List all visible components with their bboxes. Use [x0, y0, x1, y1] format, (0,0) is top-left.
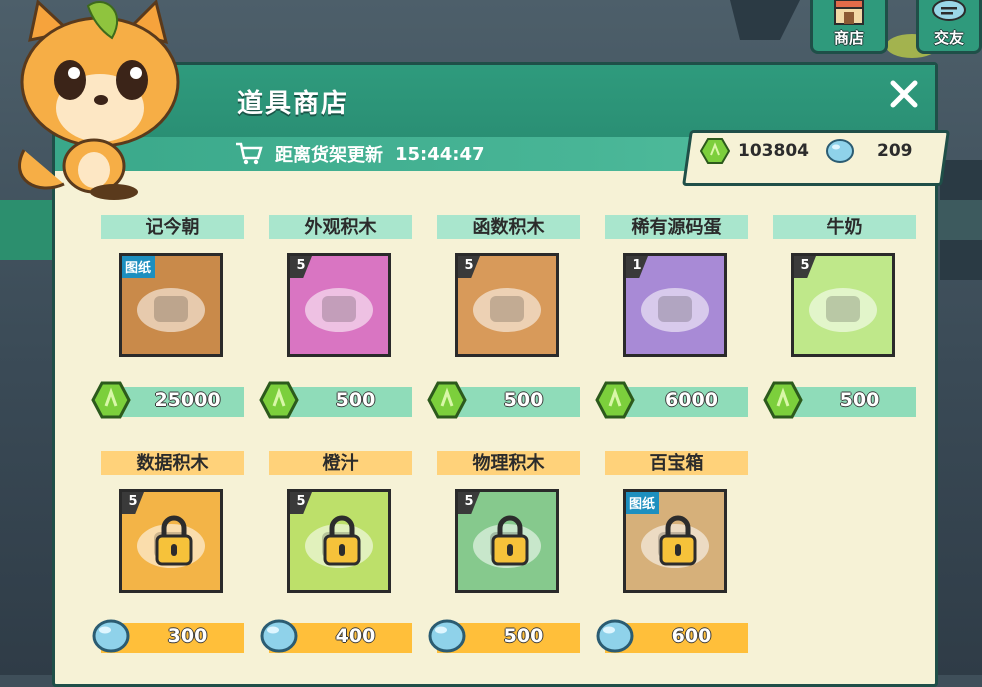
lock-icon	[155, 515, 193, 566]
blue-orb-icon	[428, 619, 466, 653]
cart-icon	[236, 142, 263, 165]
item-price: 400	[335, 625, 376, 647]
item-price: 6000	[665, 389, 718, 411]
lock-icon	[659, 515, 697, 566]
green-gem-icon	[763, 381, 803, 419]
green-gem-icon	[91, 381, 131, 419]
item-name: 橙汁	[322, 453, 359, 474]
shop-item-card[interactable]: 函数积木 5 500	[427, 215, 580, 420]
item-price: 600	[671, 625, 712, 647]
blueprint-badge: 图纸	[626, 492, 660, 514]
item-price: 500	[503, 625, 544, 647]
item-name: 百宝箱	[649, 453, 704, 474]
chat-icon	[932, 0, 966, 21]
blueprint-badge: 图纸	[122, 256, 156, 278]
green-gem-icon	[427, 381, 467, 419]
item-price: 25000	[154, 389, 221, 411]
item-name: 物理积木	[472, 453, 545, 474]
blue-orb-icon	[596, 619, 634, 653]
refresh-timer: 距离货架更新 15:44:47	[235, 141, 485, 167]
shop-item-card[interactable]: 记今朝 图纸 25000	[91, 215, 244, 420]
item-name: 数据积木	[136, 453, 209, 474]
item-name: 牛奶	[826, 217, 863, 238]
green-gem-icon	[259, 381, 299, 419]
item-name: 记今朝	[145, 217, 200, 238]
shop-item-card[interactable]: 牛奶 5 500	[763, 215, 916, 420]
item-name: 函数积木	[472, 217, 545, 238]
item-price: 500	[335, 389, 376, 411]
shop-item-card[interactable]: 物理积木 5 500	[428, 451, 580, 656]
blue-orb-icon	[92, 619, 130, 653]
page-title: 道具商店	[237, 89, 350, 119]
shop-item-card[interactable]: 百宝箱 图纸 600	[596, 451, 748, 656]
friends-button-label: 交友	[933, 29, 964, 47]
fox-mascot	[18, 0, 180, 200]
item-name: 稀有源码蛋	[631, 217, 722, 238]
shop-button[interactable]: 商店	[810, 0, 888, 54]
shop-button-label: 商店	[833, 29, 864, 47]
shop-item-card[interactable]: 数据积木 5 300	[92, 451, 244, 656]
shop-icon	[834, 0, 864, 25]
item-thumbnail[interactable]: 图纸	[119, 253, 223, 357]
item-thumbnail[interactable]: 5	[455, 253, 559, 357]
lock-icon	[491, 515, 529, 566]
blue-orb-count: 209	[876, 141, 913, 161]
blue-orb-icon	[825, 139, 854, 163]
green-gem-icon	[595, 381, 635, 419]
item-thumbnail[interactable]: 5	[791, 253, 895, 357]
refresh-time: 15:44:47	[395, 143, 485, 165]
item-thumbnail[interactable]: 1	[623, 253, 727, 357]
shop-item-card[interactable]: 稀有源码蛋 1 6000	[595, 215, 748, 420]
item-price: 500	[503, 389, 544, 411]
item-thumbnail[interactable]: 5	[287, 489, 391, 593]
shop-item-card[interactable]: 橙汁 5 400	[260, 451, 412, 656]
item-price: 300	[167, 625, 208, 647]
item-thumbnail[interactable]: 5	[455, 489, 559, 593]
item-thumbnail[interactable]: 5	[119, 489, 223, 593]
green-gem-icon	[700, 138, 730, 164]
item-name: 外观积木	[304, 217, 377, 238]
item-price: 500	[839, 389, 880, 411]
green-gem-count: 103804	[738, 141, 809, 161]
friends-button[interactable]: 交友	[916, 0, 982, 54]
shop-item-card[interactable]: 外观积木 5 500	[259, 215, 412, 420]
refresh-label: 距离货架更新	[275, 145, 383, 166]
currency-display: 103804 209	[700, 138, 912, 164]
blue-orb-icon	[260, 619, 298, 653]
item-thumbnail[interactable]: 5	[287, 253, 391, 357]
close-icon[interactable]	[887, 77, 921, 111]
lock-icon	[323, 515, 361, 566]
item-thumbnail[interactable]: 图纸	[623, 489, 727, 593]
